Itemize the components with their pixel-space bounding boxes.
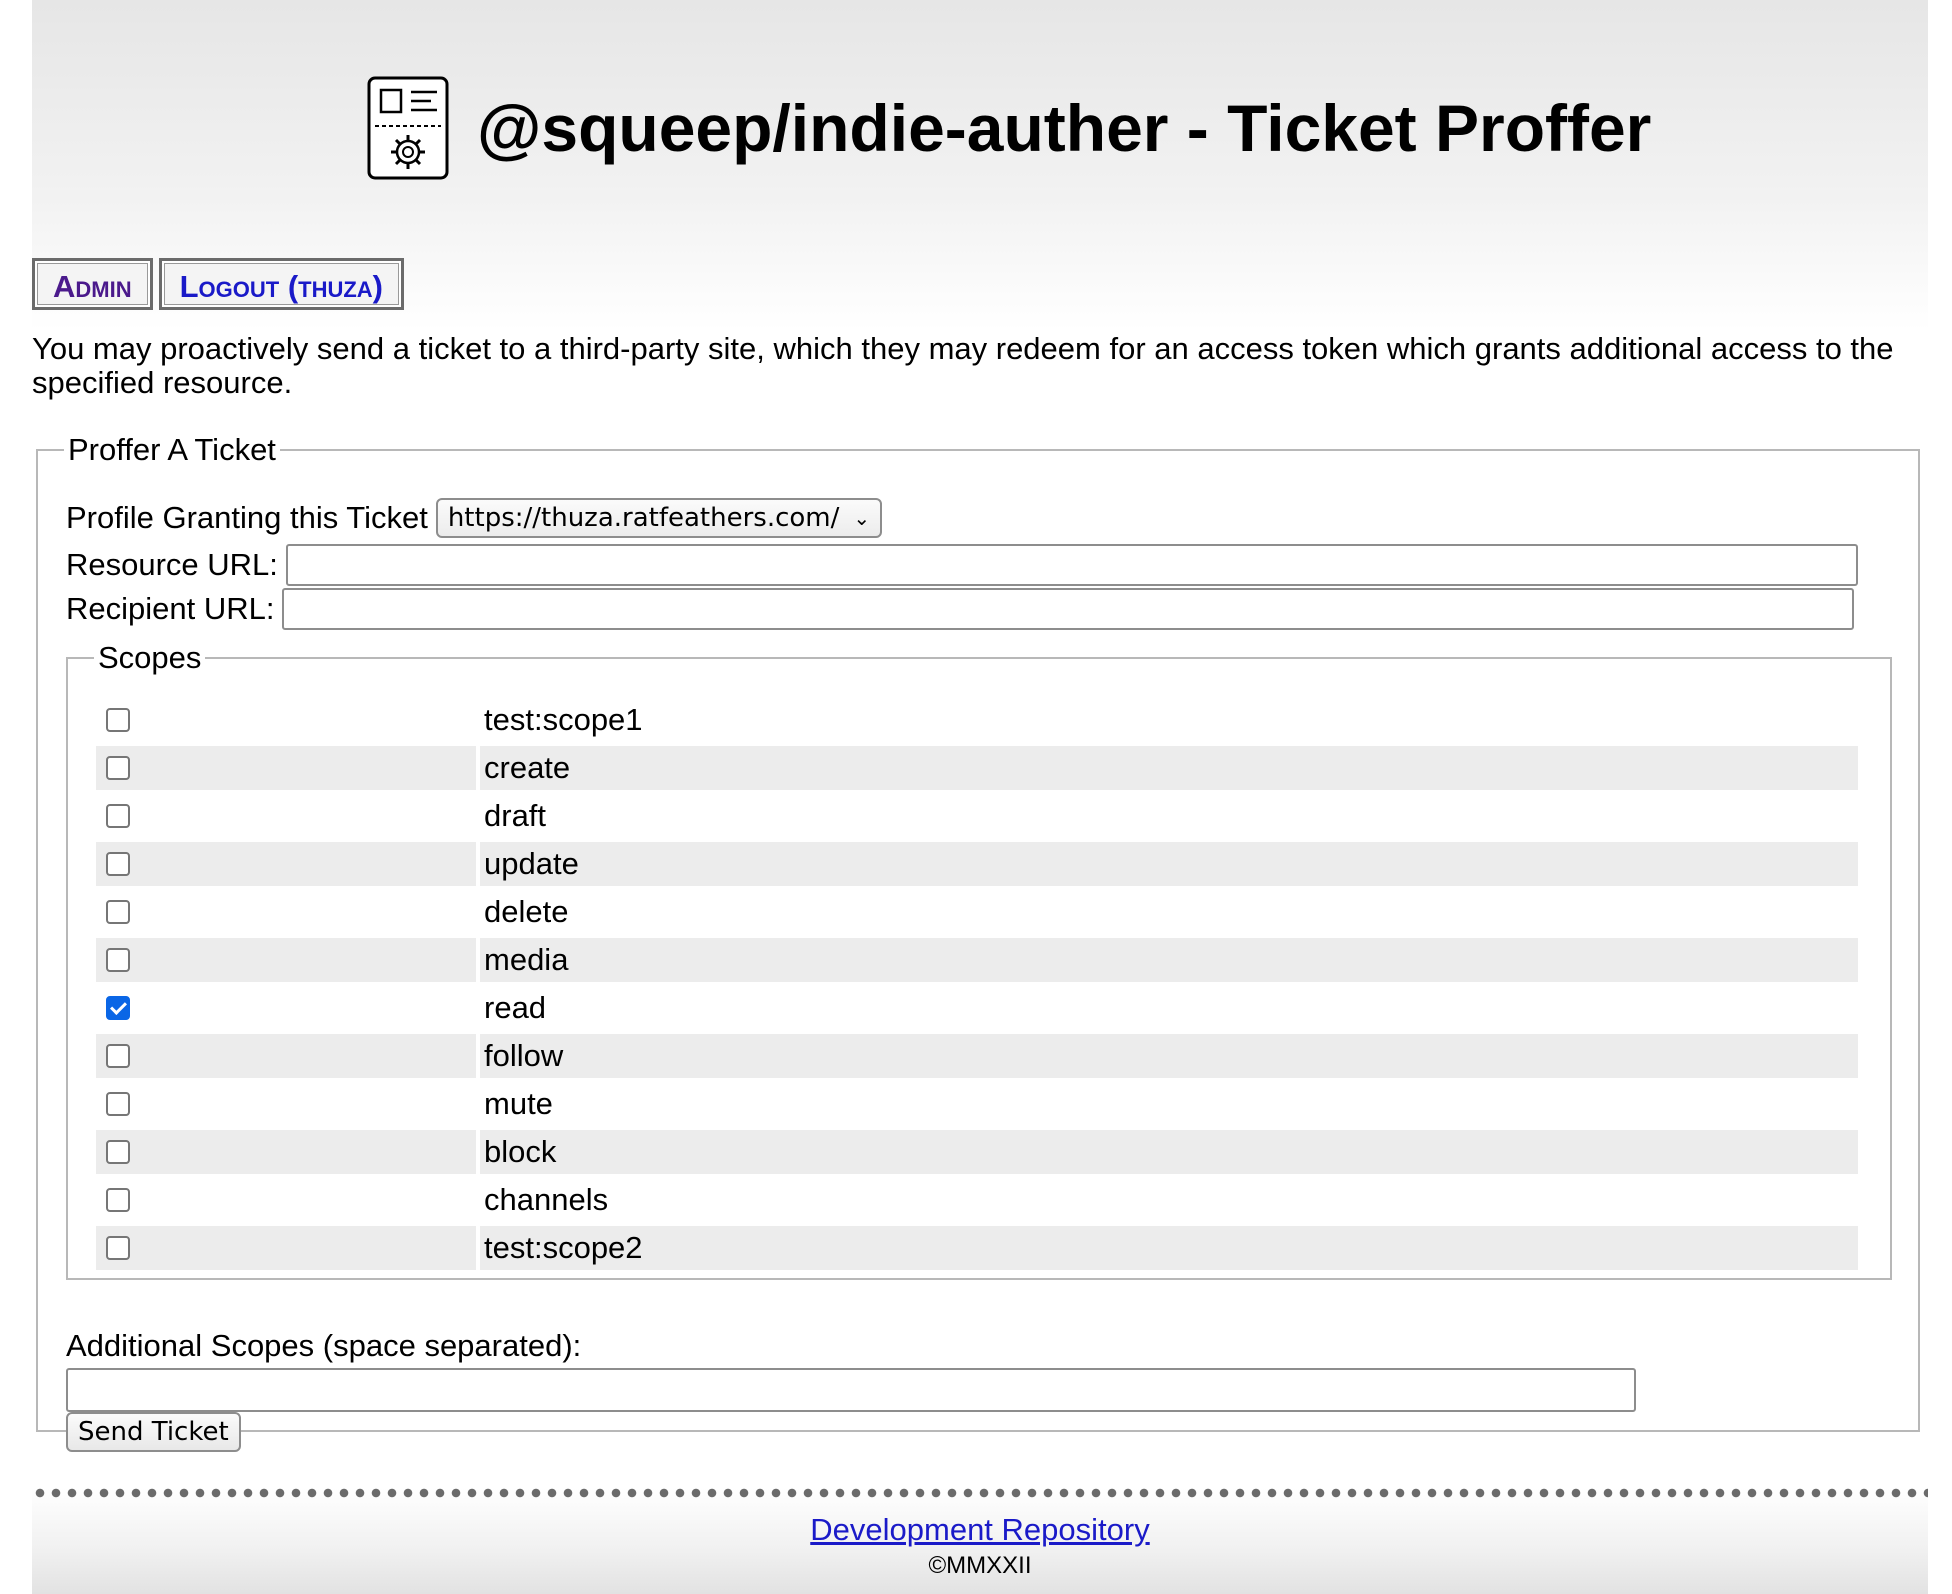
scope-row: draft	[96, 792, 1858, 840]
top-nav: Admin Logout (thuza)	[32, 258, 410, 310]
scope-row: create	[96, 744, 1858, 792]
profile-label: Profile Granting this Ticket	[66, 500, 428, 535]
scope-checkbox[interactable]	[106, 900, 130, 924]
recipient-url-input[interactable]	[282, 588, 1855, 630]
recipient-label: Recipient URL:	[66, 591, 275, 626]
scope-row: media	[96, 936, 1858, 984]
title-wrap: @squeep/indie-auther - Ticket Proffer	[367, 76, 1651, 180]
profile-select[interactable]: https://thuza.ratfeathers.com/ ⌄	[435, 498, 883, 538]
resource-label: Resource URL:	[66, 547, 278, 582]
scope-checkbox[interactable]	[106, 1092, 130, 1116]
scope-checkbox[interactable]	[106, 852, 130, 876]
scope-checkbox[interactable]	[106, 1188, 130, 1212]
footer-link-wrap: Development Repository	[32, 1512, 1928, 1548]
scope-label: channels	[484, 1182, 609, 1217]
scope-row: block	[96, 1128, 1858, 1176]
scope-label: block	[480, 1130, 1858, 1174]
scope-row: follow	[96, 1032, 1858, 1080]
scope-checkbox[interactable]	[106, 996, 130, 1020]
additional-scopes-input[interactable]	[66, 1368, 1636, 1412]
scope-row: read	[96, 984, 1858, 1032]
scope-checkbox[interactable]	[106, 948, 130, 972]
resource-url-input[interactable]	[285, 544, 1858, 586]
scope-row: mute	[96, 1080, 1858, 1128]
dotted-divider	[32, 1488, 1928, 1498]
scope-checkbox[interactable]	[106, 1236, 130, 1260]
scopes-legend: Scopes	[98, 640, 202, 675]
scope-checkbox[interactable]	[106, 804, 130, 828]
resource-row: Resource URL:	[66, 544, 1858, 586]
scope-label: mute	[484, 1086, 553, 1121]
profile-row: Profile Granting this Ticket https://thu…	[66, 498, 883, 538]
page: @squeep/indie-auther - Ticket Proffer Ad…	[32, 0, 1928, 1594]
scope-checkbox[interactable]	[106, 756, 130, 780]
scope-list: test:scope1 create draft update delete m…	[96, 696, 1858, 1272]
scope-row: delete	[96, 888, 1858, 936]
scope-label: update	[480, 842, 1858, 886]
scope-label: test:scope2	[480, 1226, 1858, 1270]
development-repository-link[interactable]: Development Repository	[810, 1512, 1149, 1547]
scope-label: draft	[484, 798, 547, 833]
scopes-fieldset: Scopes test:scope1 create draft update d…	[66, 640, 1892, 1280]
proffer-ticket-fieldset: Proffer A Ticket Profile Granting this T…	[36, 432, 1920, 1452]
scope-row: channels	[96, 1176, 1858, 1224]
scope-label: follow	[480, 1034, 1858, 1078]
scope-label: test:scope1	[484, 702, 643, 737]
scope-label: create	[480, 746, 1858, 790]
scope-row: test:scope1	[96, 696, 1858, 744]
scope-label: read	[484, 990, 547, 1025]
recipient-row: Recipient URL:	[66, 588, 1855, 630]
site-header: @squeep/indie-auther - Ticket Proffer Ad…	[32, 0, 1928, 330]
intro-text: You may proactively send a ticket to a t…	[32, 331, 1894, 400]
scope-row: test:scope2	[96, 1224, 1858, 1272]
additional-scopes-label: Additional Scopes (space separated):	[66, 1328, 582, 1363]
site-footer: Development Repository ©MMXXII	[32, 1488, 1928, 1594]
ticket-gear-icon	[367, 76, 449, 180]
page-title: @squeep/indie-auther - Ticket Proffer	[477, 91, 1652, 165]
chevron-down-icon: ⌄	[853, 506, 871, 530]
scope-label: media	[480, 938, 1858, 982]
scope-checkbox[interactable]	[106, 1044, 130, 1068]
admin-link[interactable]: Admin	[32, 258, 153, 310]
scope-checkbox[interactable]	[106, 708, 130, 732]
scope-label: delete	[484, 894, 569, 929]
copyright: ©MMXXII	[928, 1552, 1032, 1579]
scope-row: update	[96, 840, 1858, 888]
profile-selected-value: https://thuza.ratfeathers.com/	[447, 503, 840, 533]
proffer-legend: Proffer A Ticket	[68, 432, 276, 467]
logout-link[interactable]: Logout (thuza)	[158, 258, 405, 310]
send-ticket-button[interactable]: Send Ticket	[66, 1412, 241, 1452]
scope-checkbox[interactable]	[106, 1140, 130, 1164]
